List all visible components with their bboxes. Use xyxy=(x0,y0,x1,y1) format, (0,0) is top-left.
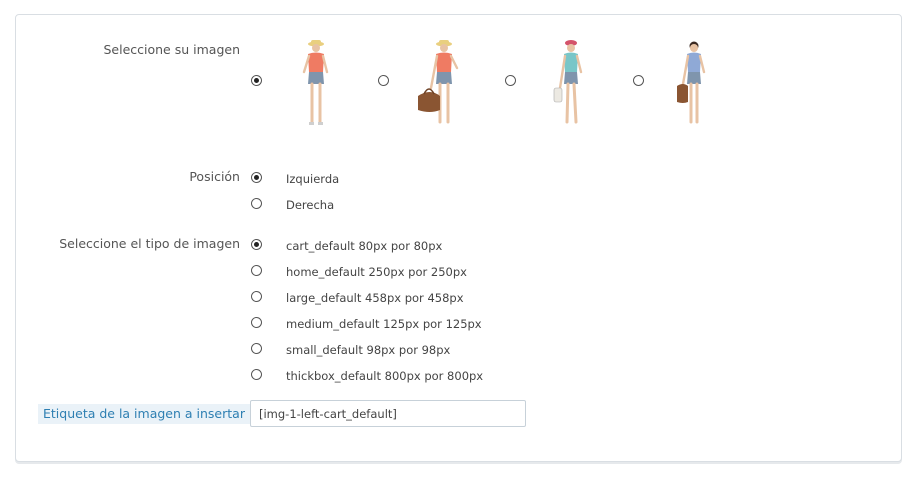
position-option-right: Derecha xyxy=(286,198,335,212)
image-radio-4[interactable] xyxy=(633,75,644,86)
type-radio-thickbox[interactable] xyxy=(251,369,262,380)
product-thumb-1[interactable] xyxy=(290,38,342,130)
image-radio-1[interactable] xyxy=(251,75,262,86)
product-thumb-4[interactable] xyxy=(668,38,720,130)
image-radio-3[interactable] xyxy=(505,75,516,86)
position-label: Posición xyxy=(189,169,240,184)
type-option-thickbox: thickbox_default 800px por 800px xyxy=(286,369,484,383)
type-option-large: large_default 458px por 458px xyxy=(286,291,464,305)
image-tag-input[interactable] xyxy=(250,400,526,427)
image-select-label: Seleccione su imagen xyxy=(103,42,240,57)
image-radio-2[interactable] xyxy=(378,75,389,86)
type-radio-small[interactable] xyxy=(251,343,262,354)
product-thumb-2[interactable] xyxy=(414,38,466,130)
position-radio-right[interactable] xyxy=(251,198,262,209)
type-radio-medium[interactable] xyxy=(251,317,262,328)
product-thumb-3[interactable] xyxy=(545,38,597,130)
type-option-home: home_default 250px por 250px xyxy=(286,265,467,279)
position-option-left: Izquierda xyxy=(286,172,340,186)
type-option-medium: medium_default 125px por 125px xyxy=(286,317,482,331)
image-type-label: Seleccione el tipo de imagen xyxy=(59,236,240,251)
position-radio-left[interactable] xyxy=(251,172,262,183)
type-radio-home[interactable] xyxy=(251,265,262,276)
type-option-small: small_default 98px por 98px xyxy=(286,343,451,357)
type-radio-cart[interactable] xyxy=(251,239,262,250)
type-option-cart: cart_default 80px por 80px xyxy=(286,239,443,253)
type-radio-large[interactable] xyxy=(251,291,262,302)
image-tag-label: Etiqueta de la imagen a insertar xyxy=(38,404,250,424)
